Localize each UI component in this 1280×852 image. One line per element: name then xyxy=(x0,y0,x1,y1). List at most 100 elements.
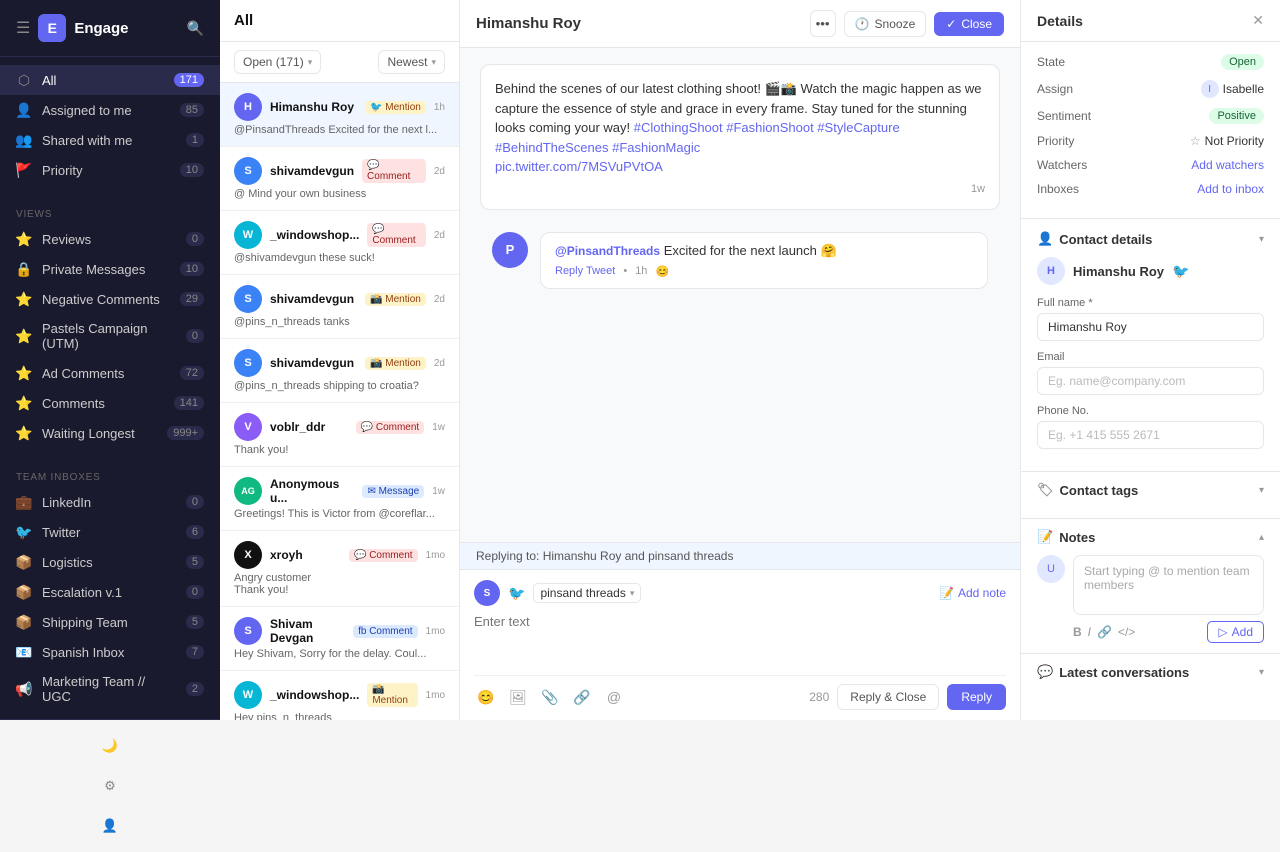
reply-emoji[interactable]: 😊 xyxy=(655,265,669,278)
check-icon: ✓ xyxy=(946,17,956,31)
nav-item-adcomments[interactable]: ⭐ Ad Comments 72 xyxy=(0,358,220,388)
sentiment-value[interactable]: Positive xyxy=(1209,108,1264,124)
notes-link-button[interactable]: 🔗 xyxy=(1097,625,1112,639)
dark-mode-button[interactable]: 🌙 xyxy=(92,728,128,764)
list-item[interactable]: H Himanshu Roy 🐦 Mention 1h @PinsandThre… xyxy=(220,83,459,147)
list-item[interactable]: V voblr_ddr 💬 Comment 1w Thank you! xyxy=(220,403,459,467)
conv-time: 1mo xyxy=(426,690,445,701)
conv-name: _windowshop... xyxy=(270,228,359,242)
nav-item-shared[interactable]: 👥 Shared with me 1 xyxy=(0,125,220,155)
email-input[interactable] xyxy=(1037,367,1264,395)
watchers-label: Watchers xyxy=(1037,158,1087,172)
newest-filter-button[interactable]: Newest ▾ xyxy=(378,50,445,74)
list-item[interactable]: W _windowshop... 💬 Comment 2d @shivamdev… xyxy=(220,211,459,275)
add-note-button[interactable]: 📝 Add note xyxy=(939,586,1006,600)
tweet-link[interactable]: pic.twitter.com/7MSVuPVtOA xyxy=(495,159,663,174)
nav-item-priority[interactable]: 🚩 Priority 10 xyxy=(0,155,220,185)
notes-title: 📝 Notes xyxy=(1037,529,1095,545)
nav-item-private[interactable]: 🔒 Private Messages 10 xyxy=(0,254,220,284)
search-button[interactable]: 🔍 xyxy=(187,20,204,37)
contact-details-header[interactable]: 👤 Contact details ▾ xyxy=(1037,231,1264,247)
reply-box-avatar: S xyxy=(474,580,500,606)
conv-name: shivamdevgun xyxy=(270,292,357,306)
nav-item-logistics[interactable]: 📦 Logistics 5 xyxy=(0,547,220,577)
sentiment-label: Sentiment xyxy=(1037,109,1091,123)
nav-label-private: Private Messages xyxy=(42,262,170,277)
nav-label-escalation: Escalation v.1 xyxy=(42,585,176,600)
close-button[interactable]: ✓ Close xyxy=(934,12,1004,36)
nav-item-pastels[interactable]: ⭐ Pastels Campaign (UTM) 0 xyxy=(0,314,220,358)
notes-code-button[interactable]: </> xyxy=(1118,625,1135,639)
conversation-metadata: State Open Assign I Isabelle Sentiment P… xyxy=(1021,42,1280,219)
state-value[interactable]: Open xyxy=(1221,54,1264,70)
nav-item-waiting[interactable]: ⭐ Waiting Longest 999+ xyxy=(0,418,220,448)
reply-button[interactable]: Reply xyxy=(947,684,1006,710)
reply-textarea[interactable] xyxy=(474,614,1006,664)
list-item[interactable]: S shivamdevgun 📸 Mention 2d @pins_n_thre… xyxy=(220,339,459,403)
escalation-icon: 📦 xyxy=(16,584,32,600)
hamburger-button[interactable]: ☰ xyxy=(16,18,30,38)
gif-button[interactable]: 🖼 xyxy=(506,685,530,709)
priority-row: Priority ☆ Not Priority xyxy=(1037,134,1264,148)
nav-item-linkedin[interactable]: 💼 LinkedIn 0 xyxy=(0,487,220,517)
priority-value[interactable]: ☆ Not Priority xyxy=(1190,134,1264,148)
emoji-button[interactable]: 😊 xyxy=(474,685,498,709)
list-item[interactable]: S shivamdevgun 📸 Mention 2d @pins_n_thre… xyxy=(220,275,459,339)
nav-count-escalation: 0 xyxy=(186,585,204,599)
assign-value[interactable]: I Isabelle xyxy=(1201,80,1264,98)
close-label: Close xyxy=(961,17,992,31)
image-button[interactable]: 🔗 xyxy=(570,685,594,709)
conv-badge: 📸 Mention xyxy=(365,357,426,370)
team-inboxes-section: TEAM INBOXES 💼 LinkedIn 0 🐦 Twitter 6 📦 … xyxy=(0,456,220,719)
latest-conv-header[interactable]: 💬 Latest conversations ▾ xyxy=(1037,664,1264,680)
contact-name-row: H Himanshu Roy 🐦 xyxy=(1037,257,1264,285)
nav-item-shipping[interactable]: 📦 Shipping Team 5 xyxy=(0,607,220,637)
chat-messages-area: Behind the scenes of our latest clothing… xyxy=(460,48,1020,542)
nav-item-spanish[interactable]: 📧 Spanish Inbox 7 xyxy=(0,637,220,667)
tweet-hashtag[interactable]: #ClothingShoot #FashionShoot #StyleCaptu… xyxy=(495,120,900,155)
reply-tweet-link[interactable]: Reply Tweet xyxy=(555,265,615,277)
profile-button[interactable]: 👤 xyxy=(92,808,128,844)
notes-add-button[interactable]: ▷ Add xyxy=(1207,621,1264,643)
list-item[interactable]: S Shivam Devgan fb Comment 1mo Hey Shiva… xyxy=(220,607,459,671)
watchers-value[interactable]: Add watchers xyxy=(1191,158,1264,172)
list-item[interactable]: AG Anonymous u... ✉ Message 1w Greetings… xyxy=(220,467,459,531)
open-filter-button[interactable]: Open (171) ▾ xyxy=(234,50,321,74)
conv-time: 1h xyxy=(434,102,445,113)
watchers-row: Watchers Add watchers xyxy=(1037,158,1264,172)
more-options-button[interactable]: ••• xyxy=(810,10,836,37)
nav-item-assigned[interactable]: 👤 Assigned to me 85 xyxy=(0,95,220,125)
inboxes-value[interactable]: Add to inbox xyxy=(1197,182,1264,196)
phone-input[interactable] xyxy=(1037,421,1264,449)
attachment-button[interactable]: 📎 xyxy=(538,685,562,709)
notes-bold-button[interactable]: B xyxy=(1073,625,1082,639)
nav-item-comments[interactable]: ⭐ Comments 141 xyxy=(0,388,220,418)
notes-italic-button[interactable]: I xyxy=(1088,625,1091,639)
reply-box-header: S 🐦 pinsand threads ▾ 📝 Add note xyxy=(474,580,1006,606)
nav-item-all[interactable]: ⬡ All 171 xyxy=(0,65,220,95)
mention-button[interactable]: @ xyxy=(602,685,626,709)
nav-item-escalation[interactable]: 📦 Escalation v.1 0 xyxy=(0,577,220,607)
reply-account-selector[interactable]: pinsand threads ▾ xyxy=(533,583,641,603)
nav-item-twitter[interactable]: 🐦 Twitter 6 xyxy=(0,517,220,547)
latest-conv-title: 💬 Latest conversations xyxy=(1037,664,1189,680)
conv-preview: Greetings! This is Victor from @coreflar… xyxy=(234,508,445,520)
list-item[interactable]: X xroyh 💬 Comment 1mo Angry customer Tha… xyxy=(220,531,459,607)
nav-item-negative[interactable]: ⭐ Negative Comments 29 xyxy=(0,284,220,314)
reply-and-close-button[interactable]: Reply & Close xyxy=(837,684,939,710)
full-name-input[interactable] xyxy=(1037,313,1264,341)
settings-button[interactable]: ⚙ xyxy=(92,768,128,804)
list-item[interactable]: S shivamdevgun 💬 Comment 2d @ Mind your … xyxy=(220,147,459,211)
list-item[interactable]: W _windowshop... 📸 Mention 1mo Hey pins_… xyxy=(220,671,459,720)
main-nav-section: ⬡ All 171 👤 Assigned to me 85 👥 Shared w… xyxy=(0,57,220,193)
nav-item-marketing[interactable]: 📢 Marketing Team // UGC 2 xyxy=(0,667,220,711)
assigned-icon: 👤 xyxy=(16,102,32,118)
avatar: S xyxy=(234,285,262,313)
nav-item-reviews[interactable]: ⭐ Reviews 0 xyxy=(0,224,220,254)
snooze-button[interactable]: 🕐 Snooze xyxy=(844,11,927,37)
notes-header[interactable]: 📝 Notes ▴ xyxy=(1037,529,1264,545)
snooze-icon: 🕐 xyxy=(855,17,870,31)
notes-input[interactable]: Start typing @ to mention team members xyxy=(1073,555,1264,615)
close-details-button[interactable]: ✕ xyxy=(1252,12,1264,29)
contact-tags-header[interactable]: 🏷 Contact tags ▾ xyxy=(1037,482,1264,498)
